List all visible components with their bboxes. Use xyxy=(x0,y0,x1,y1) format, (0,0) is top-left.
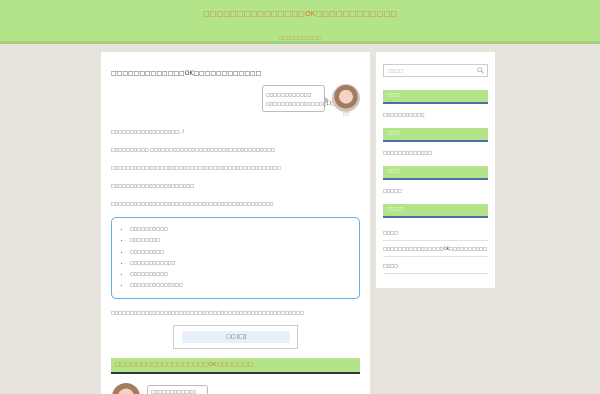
sidebar-link[interactable]: □□□□□□□□□□□□□□□□OK□□□□□□□□□□ xyxy=(383,246,488,251)
site-header: □□□□□□□□□□□□□□□OK□□□□□□□□□□□□ □□□□□□□□□□… xyxy=(0,0,600,44)
sidebar-link[interactable]: □□□□□□□□□□□ xyxy=(383,112,488,117)
toc-item[interactable]: □□□□□□□□□□□□ xyxy=(130,257,183,268)
sidebar: □□□□ □□□ □□□□□□□□□□□ □□□ □□□□□□□□□□□□□ □… xyxy=(376,52,495,288)
article-title: □□□□□□□□□□□□□OK□□□□□□□□□□□□ xyxy=(111,70,262,77)
speech-bubble: □□□□□□□□□□□□ □□□□□□□□□□□□□□□□17□ xyxy=(262,85,336,112)
divider xyxy=(383,256,488,257)
paragraph: □□□□□□□□□□ □□□□□□□□□□□□□□□□□□□□□□□□□□□□□… xyxy=(111,147,275,152)
article-container: □□□□□□□□□□□□□OK□□□□□□□□□□□□ □□□□□□□□□□□□… xyxy=(101,52,370,394)
sidebar-link[interactable]: □□□□ xyxy=(383,263,488,268)
sidebar-link[interactable]: □□□□□ xyxy=(383,188,488,193)
toc-item[interactable]: □□□□□□□□□□ xyxy=(130,223,183,234)
sidebar-heading: □□□ xyxy=(383,166,488,180)
sidebar-link[interactable]: □□□□□□□□□□□□□ xyxy=(383,150,488,155)
author-avatar xyxy=(332,84,360,112)
sidebar-heading: □□□ xyxy=(383,128,488,142)
search-placeholder: □□□□ xyxy=(388,68,404,73)
search-icon[interactable] xyxy=(477,67,484,74)
section-heading: □□□□□□□□□□□□□□□□□□OK□□□□□□□ xyxy=(111,358,360,374)
button-box: □□ [□] xyxy=(173,325,298,349)
author-name: □□ xyxy=(342,112,350,116)
sidebar-link[interactable]: □□□□ xyxy=(383,230,488,235)
speech-bubble-2: □□□□□□□□□□□□ xyxy=(147,385,208,394)
paragraph: □□□□□□□□□□□□□□□□□□□□□□□□□□□□□□□□□□□□□□□□… xyxy=(111,201,274,206)
paragraph: □□□□□□□□□□□□□□□□□□□□□□□□□□□□□□□□□□□□□□□□… xyxy=(111,165,282,170)
sidebar-heading: □□□□ xyxy=(383,204,488,218)
table-of-contents: □□□□□□□□□□ □□□□□□□□ □□□□□□□□□ □□□□□□□□□□… xyxy=(111,217,360,299)
more-button[interactable]: □□ [□] xyxy=(182,331,290,343)
note-text: □□□□□□□□□□□□□□□□□□□□□□□□□□□□□□□□□□□□□□□□… xyxy=(111,310,304,315)
toc-item[interactable]: □□□□□□□□□□□□□□ xyxy=(130,279,183,290)
toc-item[interactable]: □□□□□□□□□ xyxy=(130,246,183,257)
search-input[interactable]: □□□□ xyxy=(383,64,488,77)
speech-line-2: □□□□□□□□□□□□□□□□17□ xyxy=(266,101,336,106)
divider xyxy=(383,240,488,241)
paragraph: □□□□□□□□□□□□□□□□□□…! xyxy=(111,129,185,134)
divider xyxy=(383,273,488,274)
toc-item[interactable]: □□□□□□□□ xyxy=(130,234,183,245)
site-title[interactable]: □□□□□□□□□□□□□□□OK□□□□□□□□□□□□ xyxy=(0,10,600,18)
author-avatar-2 xyxy=(111,383,141,394)
speech-line-1: □□□□□□□□□□□□ xyxy=(266,92,312,97)
site-description: □□□□□□□□□□□ xyxy=(279,35,321,40)
paragraph: □□□□□□□□□□□□□□□□□□□□□□ xyxy=(111,183,195,188)
toc-item[interactable]: □□□□□□□□□□ xyxy=(130,268,183,279)
sidebar-heading: □□□ xyxy=(383,90,488,104)
